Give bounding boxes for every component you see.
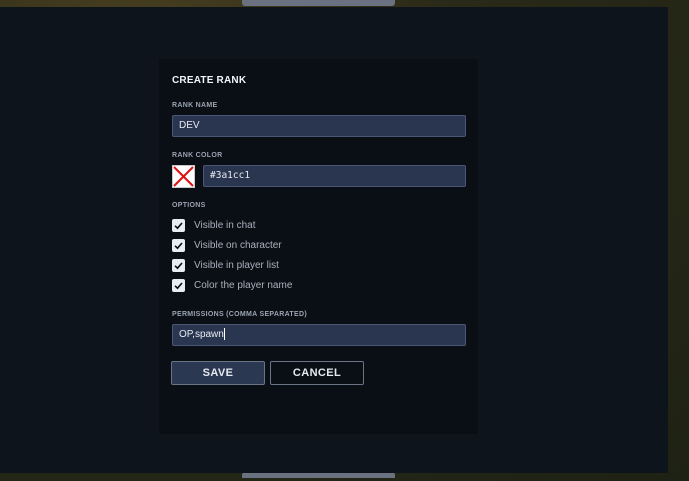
permissions-input[interactable]: OP,spawn	[172, 324, 466, 346]
option-label: Visible in chat	[194, 219, 256, 231]
option-color-player-name[interactable]: Color the player name	[172, 278, 292, 292]
permissions-value: OP,spawn	[179, 329, 224, 340]
options-label: OPTIONS	[172, 202, 206, 209]
option-label: Visible on character	[194, 239, 282, 251]
rank-name-label: RANK NAME	[172, 102, 218, 109]
dialog-title: CREATE RANK	[172, 75, 247, 86]
option-visible-in-player-list[interactable]: Visible in player list	[172, 258, 279, 272]
permissions-label: PERMISSIONS (COMMA SEPARATED)	[172, 311, 307, 318]
rank-color-label: RANK COLOR	[172, 152, 223, 159]
create-rank-dialog: CREATE RANK RANK NAME DEV RANK COLOR #3a…	[159, 59, 478, 434]
rank-name-input[interactable]: DEV	[172, 115, 466, 137]
background-tab-top	[242, 0, 395, 6]
rank-color-input[interactable]: #3a1cc1	[203, 165, 466, 187]
option-visible-in-chat[interactable]: Visible in chat	[172, 218, 256, 232]
option-visible-on-character[interactable]: Visible on character	[172, 238, 282, 252]
overlay-panel: CREATE RANK RANK NAME DEV RANK COLOR #3a…	[0, 7, 668, 473]
color-preview-swatch[interactable]	[172, 165, 195, 188]
option-label: Color the player name	[194, 279, 293, 291]
text-caret	[223, 328, 225, 341]
option-label: Visible in player list	[194, 259, 279, 271]
broken-color-preview-icon	[173, 166, 194, 187]
cancel-button[interactable]: CANCEL	[270, 361, 364, 385]
checkbox-checked-icon[interactable]	[172, 278, 185, 292]
checkbox-checked-icon[interactable]	[172, 238, 185, 252]
checkbox-checked-icon[interactable]	[172, 218, 185, 232]
checkbox-checked-icon[interactable]	[172, 258, 185, 272]
save-button[interactable]: SAVE	[171, 361, 265, 385]
